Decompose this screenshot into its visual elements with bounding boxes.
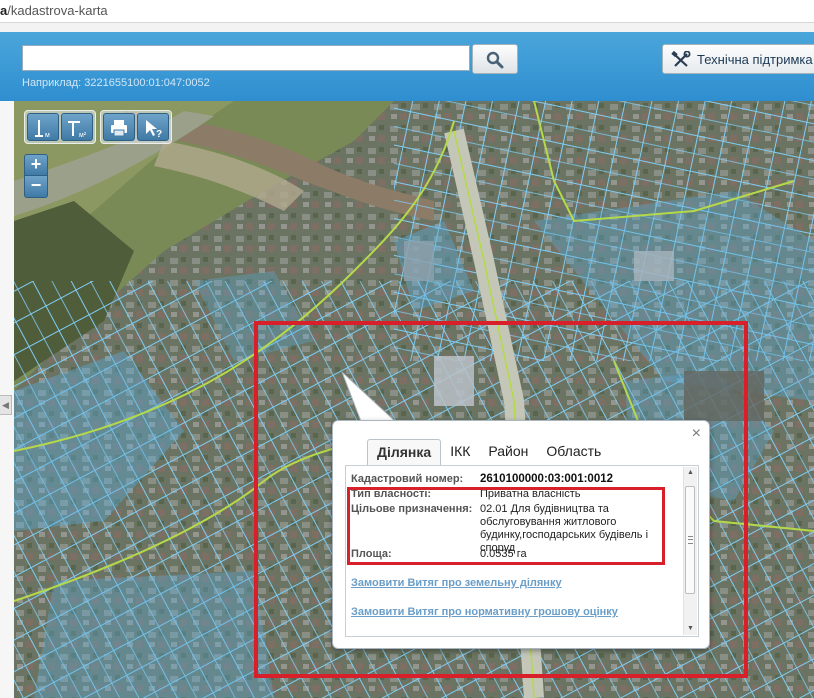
search-button[interactable] xyxy=(472,44,518,74)
svg-text:м: м xyxy=(45,132,50,139)
order-land-extract-link[interactable]: Замовити Витяг про земельну ділянку xyxy=(351,577,562,589)
popup-tabs: Ділянка ІКК Район Область xyxy=(367,439,610,467)
measure-length-button[interactable]: м xyxy=(27,113,59,141)
search-icon xyxy=(486,51,504,69)
left-page-gutter: ◀ xyxy=(0,101,15,698)
zoom-in-button[interactable]: + xyxy=(24,154,48,176)
order-valuation-extract-link[interactable]: Замовити Витяг про нормативну грошову оц… xyxy=(351,606,618,618)
collapse-panel-arrow-icon[interactable]: ◀ xyxy=(0,395,12,415)
map-toolbar: м м² ? xyxy=(24,110,172,144)
tools-icon xyxy=(671,51,691,67)
address-bar[interactable]: a/kadastrova-karta xyxy=(0,0,814,23)
printer-icon xyxy=(111,120,127,137)
cadastral-search-input[interactable] xyxy=(22,45,470,71)
zoom-out-button[interactable]: − xyxy=(24,176,48,198)
technical-support-button[interactable]: Технічна підтримка xyxy=(662,44,814,74)
cadastral-number-label: Кадастровий номер: xyxy=(351,473,464,485)
tab-region[interactable]: Область xyxy=(537,439,610,465)
measure-area-button[interactable]: м² xyxy=(61,113,93,141)
url-text: a/kadastrova-karta xyxy=(0,3,108,18)
measure-tools-group: м м² xyxy=(24,110,96,144)
scroll-down-icon[interactable]: ▼ xyxy=(684,623,697,635)
annotation-highlight-inner xyxy=(347,487,665,565)
scrollbar-thumb[interactable] xyxy=(685,486,695,594)
print-button[interactable] xyxy=(103,113,135,141)
scroll-grip-icon xyxy=(688,536,693,544)
tab-parcel[interactable]: Ділянка xyxy=(367,439,442,467)
search-hint: Наприклад: 3221655100:01:047:0052 xyxy=(22,77,210,89)
svg-text:?: ? xyxy=(156,129,162,139)
details-scrollbar[interactable]: ▲ ▼ xyxy=(683,467,697,635)
identify-info-button[interactable]: ? xyxy=(137,113,169,141)
cursor-question-icon: ? xyxy=(146,120,162,139)
print-info-tools-group: ? xyxy=(100,110,172,144)
tab-ikk[interactable]: ІКК xyxy=(441,439,479,465)
close-popup-icon[interactable]: × xyxy=(692,426,701,442)
popup-pointer xyxy=(341,372,399,424)
zoom-control: + − xyxy=(24,154,48,198)
ruler-area-icon: м² xyxy=(68,121,87,139)
scroll-up-icon[interactable]: ▲ xyxy=(684,467,697,479)
page-top-gap xyxy=(0,23,814,32)
svg-text:м²: м² xyxy=(79,132,87,139)
cadastral-number-value: 2610100000:03:001:0012 xyxy=(480,473,614,485)
technical-support-label: Технічна підтримка xyxy=(697,52,813,67)
tab-district[interactable]: Район xyxy=(479,439,537,465)
ruler-length-icon: м xyxy=(35,120,50,139)
site-header: Наприклад: 3221655100:01:047:0052 Техніч… xyxy=(0,32,814,101)
